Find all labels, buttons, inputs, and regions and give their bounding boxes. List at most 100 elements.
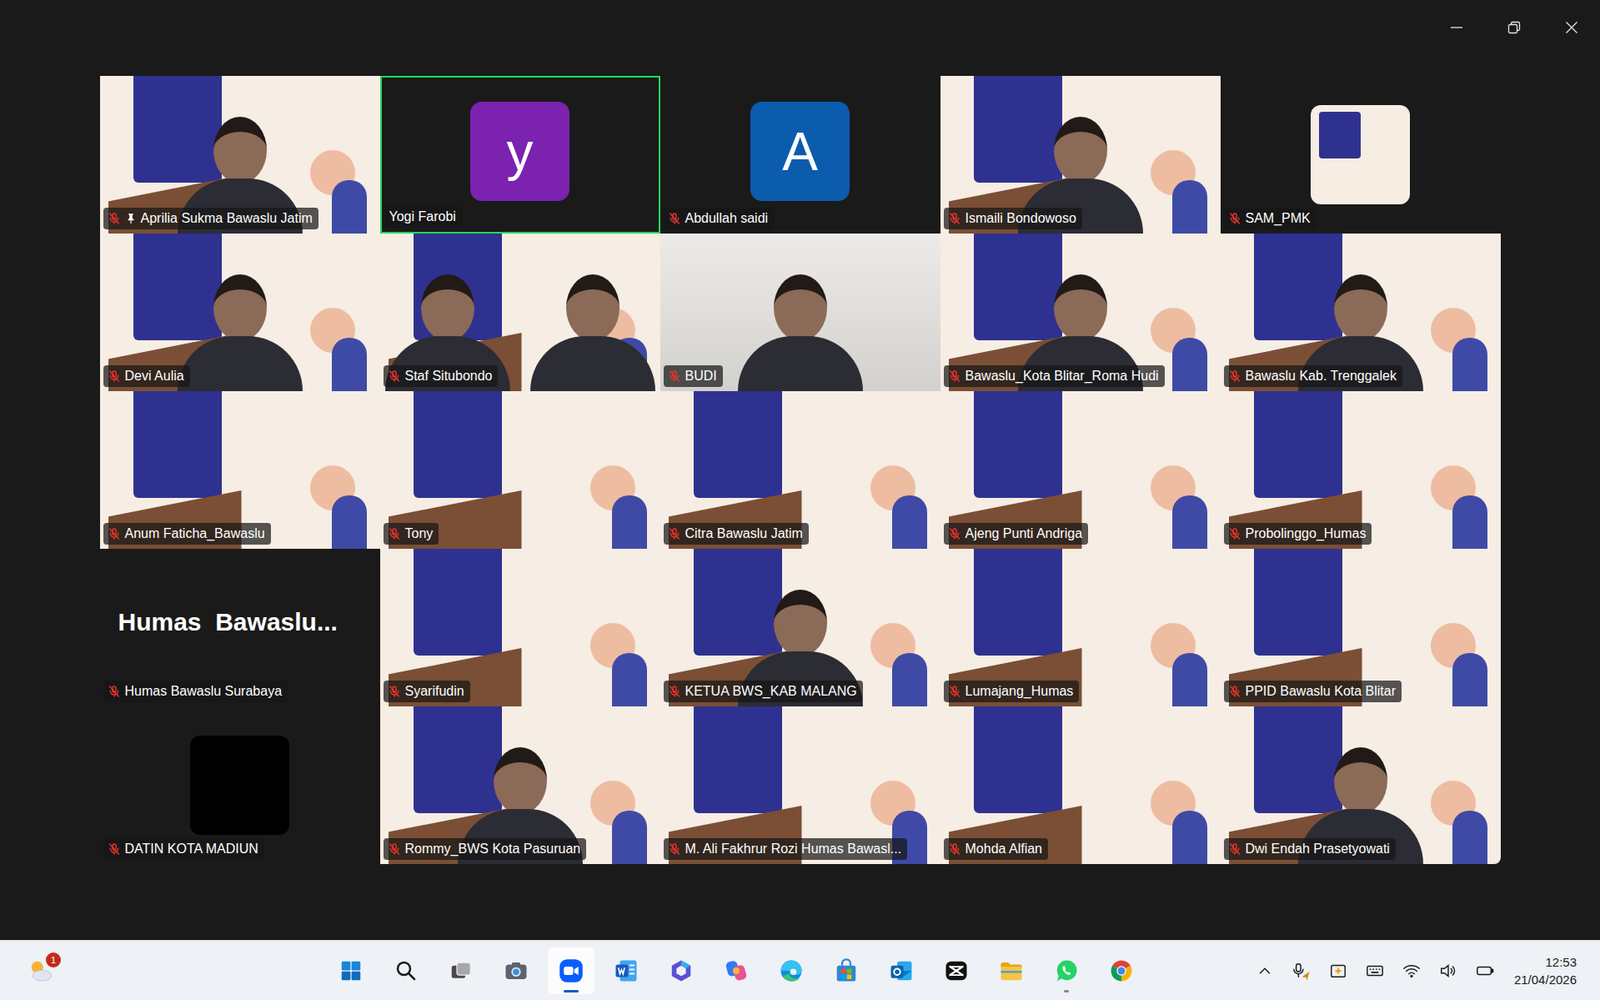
participant-tile[interactable]: Syarifudin [380,548,661,707]
restore-button[interactable] [1494,13,1534,42]
taskbar-app[interactable] [877,947,925,994]
virtual-background-panel [413,391,502,498]
profile-picture [1310,105,1410,205]
mic-muted-icon [1228,526,1242,541]
tray-item[interactable] [1437,959,1460,982]
participant-tile[interactable]: KETUA BWS_KAB MALANG [660,548,941,707]
tray-item[interactable] [1364,959,1386,982]
virtual-background-panel [1253,548,1343,656]
taskbar-app[interactable] [712,947,760,994]
participant-tile[interactable]: Rommy_BWS Kota Pasuruan [380,706,661,864]
tray-item[interactable] [1327,959,1350,982]
virtual-background-figure [611,652,648,707]
participant-tile[interactable]: PPID Bawaslu Kota Blitar [1220,548,1501,707]
participant-tile[interactable]: Citra Bawaslu Jatim [660,391,941,549]
participant-tile[interactable]: Devi Aulia [100,233,381,392]
participant-tile[interactable]: Ismaili Bondowoso [940,75,1221,234]
person-head [1053,274,1108,342]
close-button[interactable] [1552,13,1591,42]
participant-tile[interactable]: yYogi Farobi [380,75,661,234]
participant-tile[interactable]: M. Ali Fakhrur Rozi Humas Bawasl... [660,706,941,864]
participant-tile[interactable]: Bawaslu_Kota Blitar_Roma Hudi [940,233,1221,392]
clock-date: 21/04/2026 [1514,970,1577,989]
mic-muted-icon [1228,211,1242,226]
participant-tile[interactable]: Staf Situbondo [380,233,661,392]
clock[interactable]: 12:5321/04/2026 [1514,952,1577,989]
person-head [493,747,547,814]
pin-icon [125,211,137,226]
weather-widget[interactable]: 1 [20,950,61,991]
mic-icon [1292,961,1311,980]
taskbar-app[interactable] [602,947,650,994]
tray-item[interactable] [1400,959,1423,982]
participant-name-text: Mohda Alfian [965,840,1044,858]
virtual-background-panel [973,548,1063,656]
participant-tile[interactable]: BUDI [660,233,941,392]
tray-item[interactable] [1474,959,1496,982]
participant-tile[interactable]: Lumajang_Humas [940,548,1221,707]
participant-tile[interactable]: Humas Bawaslu...Humas Bawaslu Surabaya [100,548,381,707]
taskbar-app[interactable] [382,947,430,994]
participant-name-text: Bawaslu_Kota Blitar_Roma Hudi [965,367,1159,385]
person-head [1334,274,1388,342]
virtual-background-panel [693,706,783,813]
mic-muted-icon [107,369,121,383]
participant-tile[interactable]: AAbdullah saidi [660,75,941,234]
participant-name-text: Yogi Farobi [389,208,457,226]
virtual-background-figure [892,652,928,707]
minimize-button[interactable] [1437,13,1476,42]
files-icon [998,957,1024,984]
zoom-icon [558,957,584,984]
participant-name: Rommy_BWS Kota Pasuruan [383,837,587,860]
taskbar-apps [327,947,1145,994]
participant-tile[interactable]: Ajeng Punti Andriga [940,391,1221,549]
participant-name-text: Tony [405,525,434,542]
copilot-icon [723,957,749,984]
participant-tile[interactable]: Anum Faticha_Bawaslu [100,391,381,549]
taskbar-app[interactable] [657,947,705,994]
chevron-icon [1255,961,1274,980]
mic-muted-icon [107,211,121,226]
participant-tile[interactable]: Dwi Endah Prasetyowati [1220,706,1501,864]
virtual-background-figure [331,495,367,549]
profile-picture [190,735,290,835]
participant-name-text: Ajeng Punti Andriga [965,525,1084,542]
participant-tile[interactable]: Tony [380,391,661,549]
mic-muted-icon [947,842,962,856]
mic-muted-icon [387,369,402,383]
participant-name: Abdullah saidi [663,207,775,230]
participant-name: Mohda Alfian [943,837,1049,860]
participant-name: Yogi Farobi [385,205,462,228]
taskbar-app[interactable] [492,947,540,994]
participant-name: Bawaslu_Kota Blitar_Roma Hudi [943,365,1165,387]
taskbar-app[interactable] [822,947,870,994]
taskbar-app[interactable] [547,947,595,994]
virtual-background-panel [973,706,1063,813]
minimize-icon [1449,20,1464,35]
virtual-background-panel [693,548,783,656]
participant-name-text: Dwi Endah Prasetyowati [1245,840,1390,858]
participant-tile[interactable]: SAM_PMK [1220,75,1501,234]
taskbar-app[interactable] [767,947,815,994]
taskbar-app[interactable] [437,947,485,994]
word-icon [613,957,639,984]
participant-name-text: Humas Bawaslu Surabaya [125,682,283,700]
taskbar-app[interactable] [932,947,980,994]
tray-item[interactable] [1290,959,1313,982]
participant-tile[interactable]: DATIN KOTA MADIUN [100,706,381,864]
copilot-key-icon [1329,961,1348,980]
participant-tile[interactable]: Probolinggo_Humas [1220,391,1501,549]
tray-item[interactable] [1253,959,1276,982]
chrome-icon [1108,957,1134,984]
taskview-icon [448,957,474,984]
taskbar-app[interactable] [1098,947,1145,994]
taskbar-app[interactable] [988,947,1035,994]
participant-name-text: Abdullah saidi [685,210,769,227]
participant-tile[interactable]: Mohda Alfian [940,706,1221,864]
participant-tile[interactable]: Aprilia Sukma Bawaslu Jatim [100,75,381,234]
taskbar-app[interactable] [1043,947,1090,994]
person-body [530,336,656,392]
taskbar-app[interactable] [327,947,375,994]
virtual-background-figure [1172,810,1208,864]
participant-tile[interactable]: Bawaslu Kab. Trenggalek [1220,233,1501,392]
